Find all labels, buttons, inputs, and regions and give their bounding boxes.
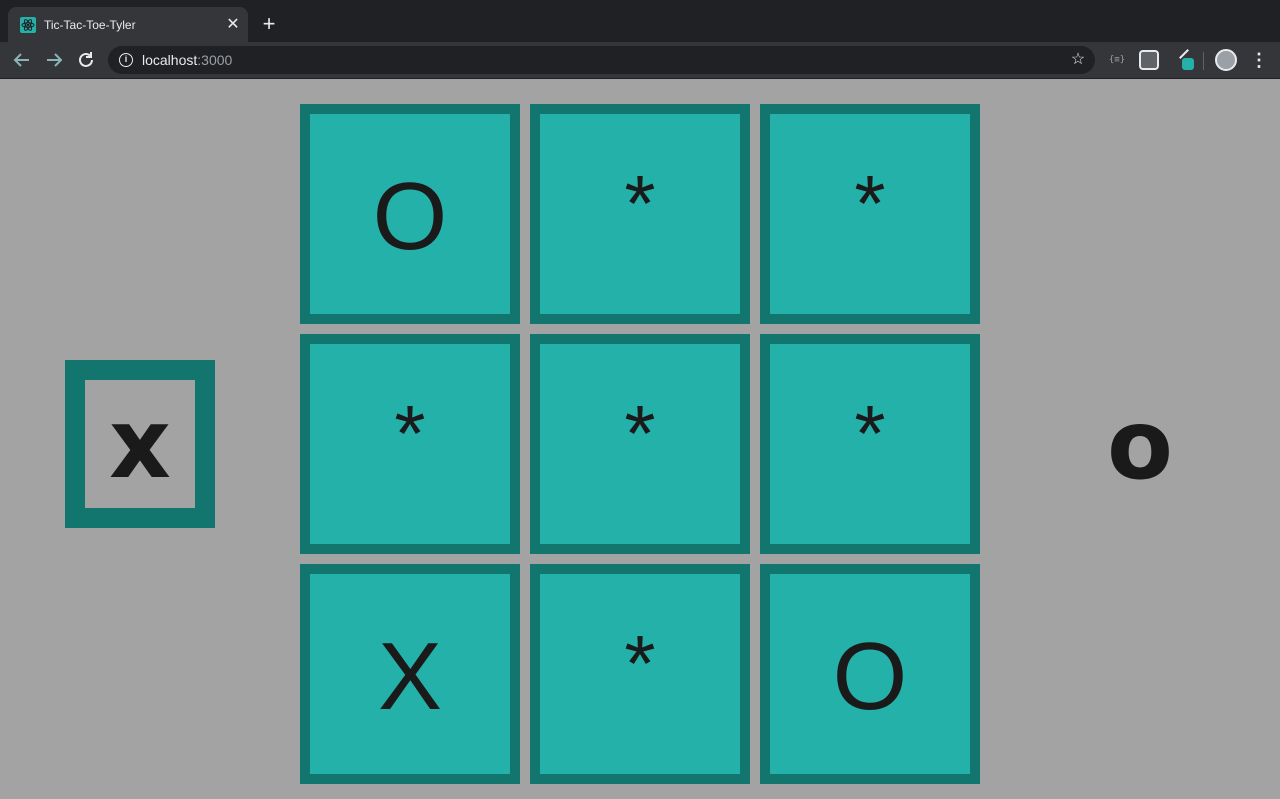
url-host: localhost [142,52,198,68]
player-o-label: o [1107,389,1173,501]
extension-pen-icon[interactable] [1176,49,1196,70]
arrow-left-icon [13,53,29,67]
new-tab-button[interactable]: + [259,13,279,35]
board-cell[interactable]: * [530,564,750,784]
cell-mark: O [372,163,448,270]
url-text: localhost:3000 [142,52,232,68]
forward-button[interactable] [42,48,66,72]
reload-icon [79,52,93,67]
cell-mark: * [854,159,886,248]
extension-icon[interactable] [1139,50,1159,70]
react-icon [20,17,36,33]
cell-mark: X [377,623,443,730]
cell-mark: * [624,389,656,478]
board-cell[interactable]: * [530,104,750,324]
cell-mark: * [624,159,656,248]
cell-mark: * [394,389,426,478]
back-button[interactable] [10,48,34,72]
board-cell[interactable]: * [760,334,980,554]
current-player-indicator: x [65,360,215,528]
cell-mark: O [832,623,908,730]
profile-avatar[interactable] [1215,49,1237,71]
tab-strip: Tic-Tac-Toe-Tyler ✕ + [0,0,1280,42]
tab-title: Tic-Tac-Toe-Tyler [44,18,136,32]
board-cell[interactable]: X [300,564,520,784]
kebab-menu-icon[interactable]: ⋮ [1249,48,1269,72]
toolbar-divider [1203,52,1204,70]
board-cell[interactable]: O [300,104,520,324]
board-cell[interactable]: * [300,334,520,554]
cell-mark: * [854,389,886,478]
bookmark-star-icon[interactable]: ☆ [1068,50,1088,70]
browser-toolbar: i localhost:3000 ☆ {≡} ⋮ [0,42,1280,79]
extension-json-icon[interactable]: {≡} [1107,50,1127,70]
info-icon[interactable]: i [119,53,133,67]
board-cell[interactable]: * [530,334,750,554]
board-cell[interactable]: * [760,104,980,324]
url-port: :3000 [197,52,233,68]
board-cell[interactable]: O [760,564,980,784]
arrow-right-icon [47,53,63,67]
player-x-label: x [109,388,171,500]
close-tab-icon[interactable]: ✕ [224,16,242,34]
reload-button[interactable] [74,48,98,72]
browser-tab[interactable]: Tic-Tac-Toe-Tyler ✕ [8,7,248,42]
cell-mark: * [624,619,656,708]
address-bar[interactable]: i localhost:3000 ☆ [108,46,1095,74]
